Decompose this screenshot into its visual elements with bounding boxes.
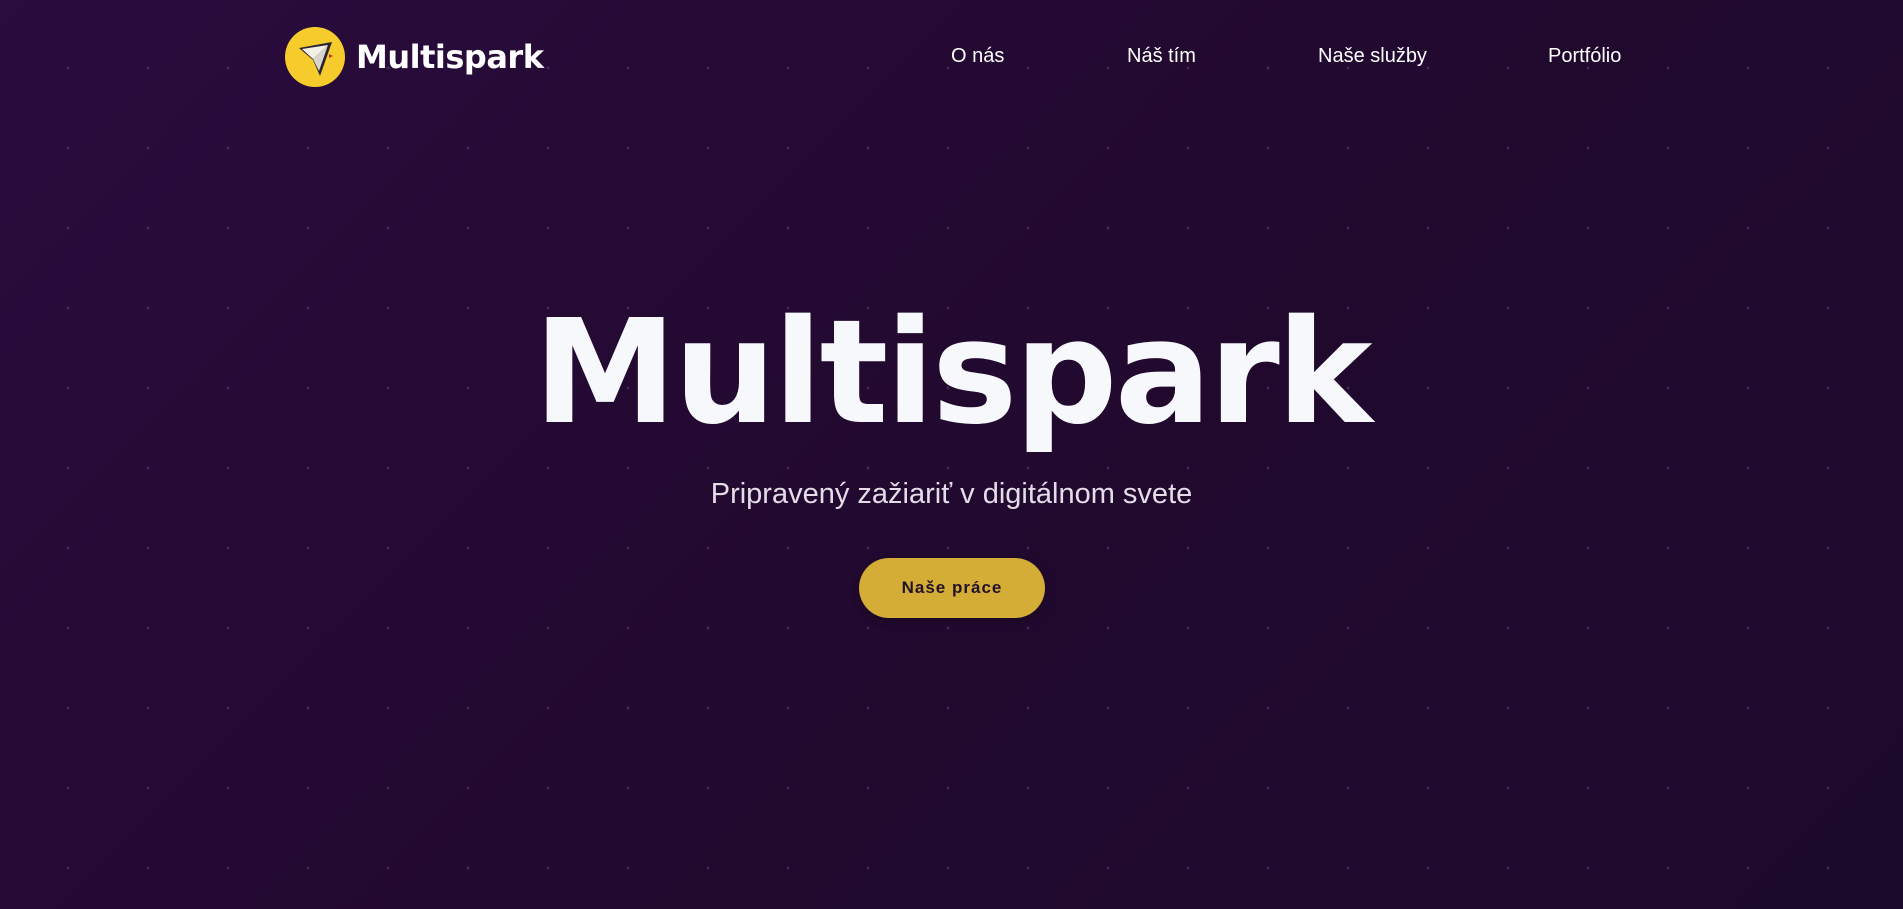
site-header: Multispark O nás Náš tím Naše služby Por… xyxy=(0,0,1903,112)
hero-title: Multispark xyxy=(533,288,1372,456)
nav-link-nas-tim[interactable]: Náš tím xyxy=(1127,43,1196,69)
nav-link-nase-sluzby[interactable]: Naše služby xyxy=(1318,43,1427,69)
nav-link-portfolio[interactable]: Portfólio xyxy=(1548,43,1621,69)
main-nav: O nás Náš tím Naše služby Portfólio xyxy=(0,43,1903,69)
hero-subtitle: Pripravený zažiariť v digitálnom svete xyxy=(710,478,1193,510)
nase-prace-button[interactable]: Naše práce xyxy=(859,558,1045,618)
nav-link-o-nas[interactable]: O nás xyxy=(951,43,1004,69)
